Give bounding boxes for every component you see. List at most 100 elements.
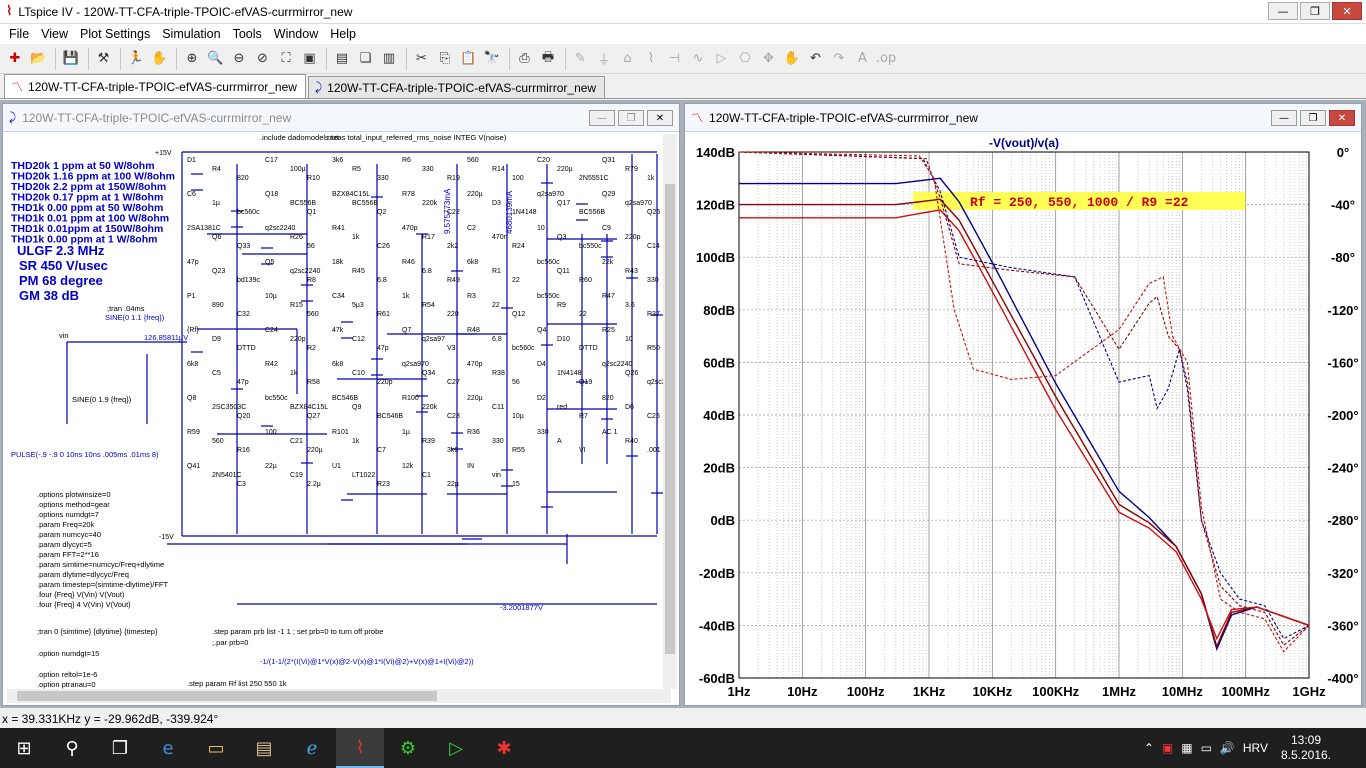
tab-schematic[interactable]: ⤸ 120W-TT-CFA-triple-TPOIC-efVAS-currmir…	[307, 76, 606, 98]
component-label: Q17	[557, 200, 570, 207]
schematic-close-button[interactable]: ✕	[647, 110, 673, 126]
toolbar: ✚ 📂 💾 ⚒ 🏃 ✋ ⊕ 🔍 ⊖ ⊘ ⛶ ▣ ▤ ❏ ▥ ✂ ⎘ 📋 🔭 ⎙ …	[0, 44, 1366, 74]
wire-icon[interactable]: ✎	[570, 48, 592, 70]
pan-icon[interactable]: ✋	[149, 48, 171, 70]
component-label: D9	[212, 336, 221, 343]
component-label: D3	[492, 200, 501, 207]
spice-directive-icon[interactable]: .op	[875, 48, 897, 70]
net-label: vin	[59, 331, 69, 340]
ltspice-taskbar-icon[interactable]: ⌇	[336, 728, 384, 768]
schematic-vertical-scrollbar[interactable]	[663, 134, 677, 689]
spec-line: SR 450 V/usec	[19, 258, 108, 273]
new-schematic-icon[interactable]: ✚	[4, 48, 26, 70]
zoom-cancel-icon[interactable]: ⊘	[252, 48, 274, 70]
component-label: {Rf}	[187, 327, 199, 334]
component-label: R41	[332, 225, 345, 232]
schematic-horizontal-scrollbar[interactable]	[7, 689, 671, 703]
waveform-restore-button[interactable]: ❐	[1300, 110, 1326, 126]
tray-app-icon[interactable]: ▣	[1162, 741, 1173, 755]
component-label: Q29	[602, 191, 615, 198]
component-label: A	[557, 438, 562, 445]
tray-monitor-icon[interactable]: ▭	[1201, 741, 1212, 755]
zoom-fit-icon[interactable]: ▣	[299, 48, 321, 70]
plot-canvas[interactable]: 1Hz 10Hz 100Hz 1KHz 10KHz 100KHz 1MHz 10MHz 100M…	[687, 134, 1359, 703]
edge-icon[interactable]: e	[144, 728, 192, 768]
text-icon[interactable]: A	[852, 48, 874, 70]
y-left-tick-label: 140dB	[696, 145, 735, 160]
y-right-tick-label: -400°	[1327, 671, 1358, 686]
schematic-restore-button[interactable]: ❐	[618, 110, 644, 126]
menu-help[interactable]: Help	[324, 27, 362, 41]
component-label: 220p	[625, 234, 641, 241]
open-icon[interactable]: 📂	[28, 48, 50, 70]
component-label: C24	[265, 327, 278, 334]
paste-icon[interactable]: 📋	[458, 48, 480, 70]
magnitude-trace-1	[739, 198, 1310, 649]
inductor-icon[interactable]: ∿	[687, 48, 709, 70]
start-windows-icon[interactable]: ⊞	[0, 728, 48, 768]
tile-vertical-icon[interactable]: ▥	[378, 48, 400, 70]
clock[interactable]: 13:09 8.5.2016.	[1276, 733, 1336, 763]
print-icon[interactable]: 🖶	[537, 48, 559, 70]
x-tick-label: 1Hz	[727, 684, 751, 699]
schematic-window[interactable]: ⤸ 120W-TT-CFA-triple-TPOIC-efVAS-currmir…	[2, 103, 680, 706]
menu-tools[interactable]: Tools	[227, 27, 268, 41]
label-net-icon[interactable]: ⌂	[617, 48, 639, 70]
zoom-out-icon[interactable]: ⊖	[228, 48, 250, 70]
redo-icon[interactable]: ↷	[828, 48, 850, 70]
close-button[interactable]: ✕	[1332, 2, 1362, 20]
tab-waveform[interactable]: 〽 120W-TT-CFA-triple-TPOIC-efVAS-currmir…	[4, 74, 306, 98]
app-red-icon[interactable]: ✱	[480, 728, 528, 768]
tab-schematic-label: 120W-TT-CFA-triple-TPOIC-efVAS-currmirro…	[327, 80, 597, 95]
app-opamp-icon[interactable]: ▷	[432, 728, 480, 768]
cascade-icon[interactable]: ❏	[355, 48, 377, 70]
menu-simulation[interactable]: Simulation	[156, 27, 226, 41]
language-indicator[interactable]: HRV	[1243, 741, 1268, 755]
waveform-window[interactable]: 〽 120W-TT-CFA-triple-TPOIC-efVAS-currmir…	[684, 103, 1362, 706]
menu-window[interactable]: Window	[268, 27, 324, 41]
minimize-button[interactable]: —	[1268, 2, 1298, 20]
schematic-canvas[interactable]: THD20k 1 ppm at 50 W/8ohm THD20k 1.16 ppm…	[7, 134, 671, 689]
volume-icon[interactable]: 🔊	[1220, 741, 1235, 755]
cut-icon[interactable]: ✂	[411, 48, 433, 70]
maximize-button[interactable]: ❐	[1300, 2, 1330, 20]
tile-horizontal-icon[interactable]: ▤	[331, 48, 353, 70]
run-icon[interactable]: 🏃	[125, 48, 147, 70]
component-label: .001	[647, 447, 661, 454]
zoom-area-icon[interactable]: 🔍	[205, 48, 227, 70]
internet-explorer-icon[interactable]: ℯ	[288, 728, 336, 768]
autorange-icon[interactable]: ⛶	[275, 48, 297, 70]
component-label: 220µ	[467, 395, 483, 402]
zoom-in-icon[interactable]: ⊕	[181, 48, 203, 70]
app-green-icon[interactable]: ⚙	[384, 728, 432, 768]
folder-icon[interactable]: ▤	[240, 728, 288, 768]
ground-icon[interactable]: ⏚	[593, 48, 615, 70]
menu-file[interactable]: File	[3, 27, 35, 41]
save-icon[interactable]: 💾	[60, 48, 82, 70]
waveform-minimize-button[interactable]: —	[1271, 110, 1297, 126]
drag-icon[interactable]: ✋	[781, 48, 803, 70]
print-setup-icon[interactable]: ⎙	[514, 48, 536, 70]
diode-icon[interactable]: ▷	[711, 48, 733, 70]
component-icon[interactable]: ⎔	[734, 48, 756, 70]
component-label: Q19	[579, 379, 592, 386]
resistor-icon[interactable]: ⌇	[640, 48, 662, 70]
spice-directive: .param dlytime=dlycyc/Freq	[37, 570, 129, 579]
control-panel-icon[interactable]: ⚒	[93, 48, 115, 70]
network-icon[interactable]: ▦	[1181, 741, 1192, 755]
spec-line: PM 68 degree	[19, 273, 103, 288]
schematic-minimize-button[interactable]: —	[589, 110, 615, 126]
waveform-close-button[interactable]: ✕	[1329, 110, 1355, 126]
search-icon[interactable]: ⚲	[48, 728, 96, 768]
capacitor-icon[interactable]: ⊣	[664, 48, 686, 70]
tab-waveform-label: 120W-TT-CFA-triple-TPOIC-efVAS-currmirro…	[28, 79, 297, 94]
menu-view[interactable]: View	[35, 27, 74, 41]
task-view-icon[interactable]: ❐	[96, 728, 144, 768]
find-icon[interactable]: 🔭	[481, 48, 503, 70]
move-icon[interactable]: ✥	[758, 48, 780, 70]
menu-plot-settings[interactable]: Plot Settings	[74, 27, 156, 41]
undo-icon[interactable]: ↶	[805, 48, 827, 70]
tray-chevron-icon[interactable]: ⌃	[1144, 741, 1154, 755]
file-explorer-icon[interactable]: ▭	[192, 728, 240, 768]
copy-icon[interactable]: ⎘	[434, 48, 456, 70]
